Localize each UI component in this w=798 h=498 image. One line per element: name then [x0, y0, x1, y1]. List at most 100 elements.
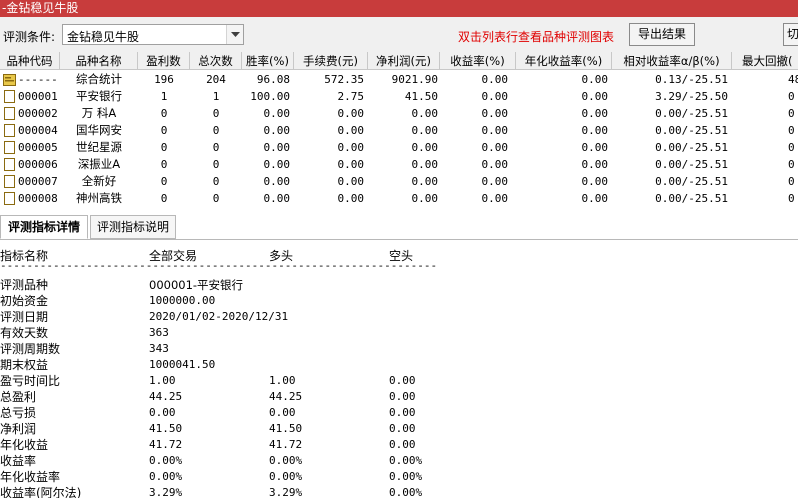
condition-select[interactable]: 金钻稳见牛股 — [62, 24, 244, 45]
col-header-yield[interactable]: 收益率(%) — [440, 52, 516, 70]
cell-total: 0 — [212, 124, 220, 137]
detail-value-all: 44.25 — [149, 390, 183, 403]
cell-code: 000002 — [18, 107, 58, 120]
detail-label: 收益率 — [0, 454, 37, 468]
detail-label: 盈亏时间比 — [0, 374, 61, 388]
cell-yield: 0.00 — [481, 141, 509, 154]
detail-row: 盈亏时间比 1.00 1.00 0.00 — [0, 373, 798, 389]
results-table: 品种代码 品种名称 盈利数 总次数 胜率(%) 手续费(元) 净利润(元) 收益… — [0, 52, 798, 210]
cell-yield: 0.00 — [481, 158, 509, 171]
detail-value-long: 41.50 — [269, 422, 303, 435]
col-header-fee[interactable]: 手续费(元) — [294, 52, 368, 70]
cell-code: 000005 — [18, 141, 58, 154]
toolbar: 评测条件: 金钻稳见牛股 双击列表行查看品种评测图表 导出结果 切 — [0, 17, 798, 52]
cell-yield: 0.00 — [481, 192, 509, 205]
cell-wins: 196 — [154, 73, 174, 86]
cell-profit: 9021.90 — [391, 73, 438, 86]
cell-winrate: 0.00 — [263, 158, 291, 171]
col-header-max-drawdown[interactable]: 最大回撤( — [732, 52, 798, 70]
detail-row: 评测周期数 343 — [0, 341, 798, 357]
condition-label: 评测条件: — [3, 30, 56, 44]
detail-label: 期末权益 — [0, 358, 49, 372]
cell-total: 204 — [206, 73, 226, 86]
cell-profit: 0.00 — [411, 107, 439, 120]
detail-label: 总盈利 — [0, 390, 37, 404]
detail-value-long: 0.00 — [269, 406, 296, 419]
cell-annual-yield: 0.00 — [581, 141, 609, 154]
detail-value-short: 0.00% — [389, 486, 423, 498]
detail-row: 收益率 0.00% 0.00% 0.00% — [0, 453, 798, 469]
table-row-summary[interactable]: ------ 综合统计 196 204 96.08 572.35 9021.90… — [0, 71, 798, 88]
cell-relative-yield: 3.29/-25.50 — [655, 90, 728, 103]
col-header-annual-yield[interactable]: 年化收益率(%) — [516, 52, 612, 70]
cell-max-drawdown: 0 — [788, 107, 795, 120]
detail-value-all: 0.00 — [149, 406, 176, 419]
table-row[interactable]: 000002 万 科A 0 0 0.00 0.00 0.00 0.00 0.00… — [0, 105, 798, 122]
cell-winrate: 0.00 — [263, 192, 291, 205]
document-icon — [4, 90, 15, 103]
col-header-wins[interactable]: 盈利数 — [138, 52, 190, 70]
window-title: -金钻稳见牛股 — [2, 1, 79, 15]
detail-value-short: 0.00 — [389, 374, 416, 387]
export-results-button[interactable]: 导出结果 — [629, 23, 695, 46]
cell-wins: 0 — [160, 175, 168, 188]
col-header-code[interactable]: 品种代码 — [0, 52, 60, 70]
detail-value-all: 41.50 — [149, 422, 183, 435]
detail-row: 有效天数 363 — [0, 325, 798, 341]
table-row[interactable]: 000005 世纪星源 0 0 0.00 0.00 0.00 0.00 0.00… — [0, 139, 798, 156]
cell-name: 全新好 — [81, 174, 117, 188]
detail-value-short: 0.00 — [389, 438, 416, 451]
cell-name: 世纪星源 — [76, 140, 122, 154]
cell-relative-yield: 0.00/-25.51 — [655, 124, 728, 137]
detail-row: 年化收益率 0.00% 0.00% 0.00% — [0, 469, 798, 485]
col-header-winrate[interactable]: 胜率(%) — [242, 52, 294, 70]
detail-value-short: 0.00% — [389, 454, 423, 467]
detail-row: 总亏损 0.00 0.00 0.00 — [0, 405, 798, 421]
tab-metrics-detail[interactable]: 评测指标详情 — [0, 215, 88, 239]
detail-value-short: 0.00 — [389, 390, 416, 403]
chevron-down-icon — [231, 32, 240, 37]
table-row[interactable]: 000001 平安银行 1 1 100.00 2.75 41.50 0.00 0… — [0, 88, 798, 105]
col-header-total[interactable]: 总次数 — [190, 52, 242, 70]
table-row[interactable]: 000007 全新好 0 0 0.00 0.00 0.00 0.00 0.00 … — [0, 173, 798, 190]
table-row[interactable]: 000006 深振业A 0 0 0.00 0.00 0.00 0.00 0.00… — [0, 156, 798, 173]
detail-value-long: 0.00% — [269, 454, 303, 467]
cell-max-drawdown: 0 — [788, 90, 795, 103]
detail-value-all: 41.72 — [149, 438, 183, 451]
cell-name: 国华网安 — [76, 123, 122, 137]
cell-total: 0 — [212, 158, 220, 171]
detail-value-all: 363 — [149, 326, 169, 339]
document-icon — [4, 192, 15, 205]
detail-row: 净利润 41.50 41.50 0.00 — [0, 421, 798, 437]
cell-name: 万 科A — [81, 106, 117, 120]
cell-code: 000008 — [18, 192, 58, 205]
cell-fee: 0.00 — [337, 107, 365, 120]
cell-profit: 41.50 — [404, 90, 438, 103]
cell-max-drawdown: 0 — [788, 158, 795, 171]
table-row[interactable]: 000004 国华网安 0 0 0.00 0.00 0.00 0.00 0.00… — [0, 122, 798, 139]
detail-value-all: 0.00% — [149, 470, 183, 483]
cell-relative-yield: 0.00/-25.51 — [655, 107, 728, 120]
double-click-hint: 双击列表行查看品种评测图表 — [458, 30, 615, 44]
detail-value-all: 343 — [149, 342, 169, 355]
detail-value-all: 2020/01/02-2020/12/31 — [149, 310, 289, 323]
col-header-relative-yield[interactable]: 相对收益率α/β(%) — [612, 52, 732, 70]
col-header-profit[interactable]: 净利润(元) — [368, 52, 440, 70]
cell-profit: 0.00 — [411, 175, 439, 188]
detail-row: 收益率(阿尔法) 3.29% 3.29% 0.00% — [0, 485, 798, 498]
col-header-name[interactable]: 品种名称 — [60, 52, 138, 70]
cell-wins: 0 — [160, 124, 168, 137]
tab-metrics-explanation[interactable]: 评测指标说明 — [90, 215, 176, 239]
detail-label: 收益率(阿尔法) — [0, 486, 82, 498]
cell-yield: 0.00 — [481, 73, 509, 86]
cell-fee: 2.75 — [337, 90, 365, 103]
table-row[interactable]: 000008 神州高铁 0 0 0.00 0.00 0.00 0.00 0.00… — [0, 190, 798, 207]
dropdown-button[interactable] — [226, 25, 243, 44]
detail-label: 有效天数 — [0, 326, 49, 340]
switch-button[interactable]: 切 — [783, 23, 798, 46]
cell-wins: 0 — [160, 107, 168, 120]
detail-row: 评测品种 000001-平安银行 — [0, 277, 798, 293]
cell-yield: 0.00 — [481, 175, 509, 188]
document-icon — [4, 124, 15, 137]
detail-value-long: 41.72 — [269, 438, 303, 451]
